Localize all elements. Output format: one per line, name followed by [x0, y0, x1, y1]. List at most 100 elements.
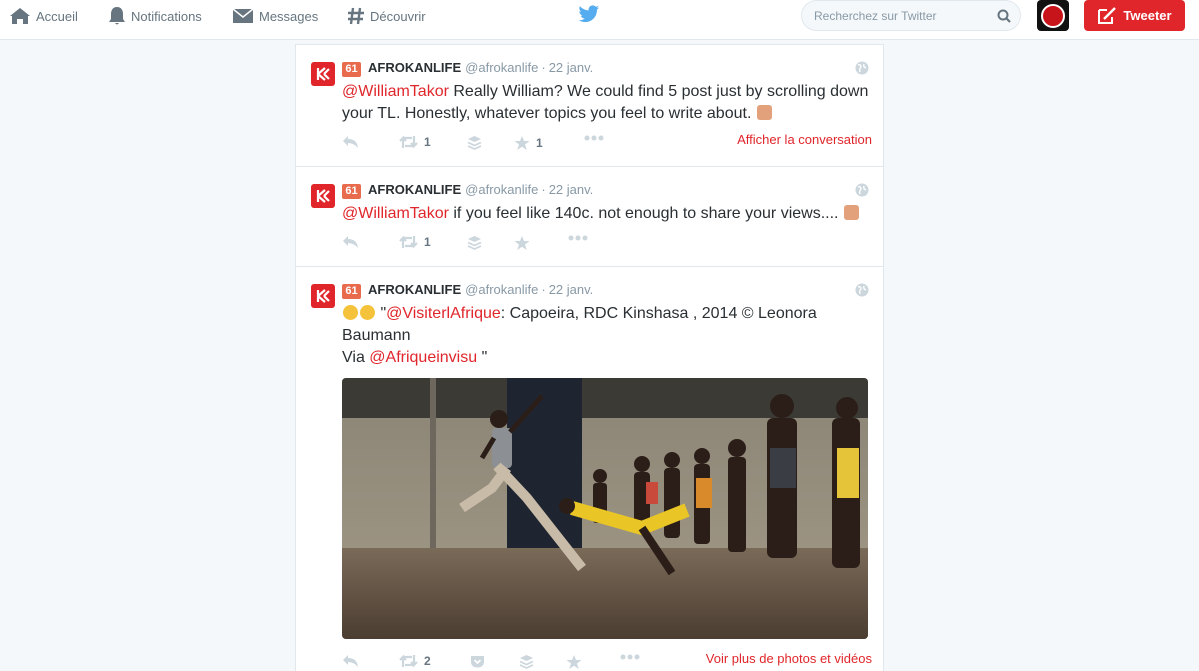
view-more-photos-link[interactable]: Voir plus de photos et vidéos — [706, 651, 872, 666]
twitter-bird-icon[interactable] — [578, 5, 600, 24]
search-icon[interactable] — [997, 9, 1011, 23]
nav-notifications[interactable]: Notifications — [108, 0, 202, 32]
timeline-stream: 61 AFROKANLIFE @afrokanlife · 22 janv. @Wil… — [295, 44, 884, 671]
tweet-author-avatar[interactable] — [311, 184, 335, 208]
star-icon — [566, 655, 582, 669]
tweet-timestamp[interactable]: 22 janv. — [549, 282, 594, 297]
tweet-mention-link[interactable]: @Afriqueinvisu — [369, 349, 477, 366]
afrokanlife-logo-icon — [316, 67, 330, 81]
tweet-text: @WilliamTakor if you feel like 140c. not… — [342, 203, 872, 225]
tweet-item[interactable]: 61 AFROKANLIFE @afrokanlife · 22 janv. @Wil… — [296, 167, 883, 267]
tweet-photo[interactable] — [342, 378, 868, 639]
retweet-icon — [399, 135, 418, 149]
retweet-button[interactable]: 1 — [399, 135, 431, 149]
tweet-header: AFROKANLIFE @afrokanlife · 22 janv. — [368, 182, 593, 197]
retweet-icon — [399, 654, 418, 668]
buffer-button[interactable] — [519, 654, 534, 669]
compose-tweet-button[interactable]: Tweeter — [1084, 0, 1185, 31]
tweet-actions: 1 1 Afficher la conversation — [342, 132, 872, 151]
globe-icon — [855, 283, 869, 297]
nav-home-label: Accueil — [36, 8, 78, 24]
heart-eyes-emoji-icon — [360, 305, 375, 320]
reply-icon — [343, 236, 358, 248]
search-box[interactable] — [801, 0, 1021, 31]
tweet-username[interactable]: @afrokanlife — [465, 182, 538, 197]
tweet-mention-link[interactable]: @WilliamTakor — [342, 83, 449, 100]
tweet-item[interactable]: 61 AFROKANLIFE @afrokanlife · 22 janv. "@Vi… — [296, 267, 883, 671]
tweet-fullname[interactable]: AFROKANLIFE — [368, 60, 461, 75]
tweet-timestamp[interactable]: 22 janv. — [549, 182, 594, 197]
nav-messages[interactable]: Messages — [232, 0, 318, 32]
pocket-icon — [471, 656, 484, 668]
favorite-button[interactable] — [566, 654, 582, 670]
star-icon — [514, 136, 530, 150]
tweet-fullname[interactable]: AFROKANLIFE — [368, 282, 461, 297]
retweet-count: 1 — [424, 235, 431, 249]
tweet-fullname[interactable]: AFROKANLIFE — [368, 182, 461, 197]
klout-badge: 61 — [342, 184, 361, 199]
klout-badge: 61 — [342, 284, 361, 299]
buffer-stack-icon — [467, 236, 482, 250]
retweet-count: 2 — [424, 654, 431, 668]
nav-discover-label: Découvrir — [370, 8, 426, 24]
separator-dot: · — [541, 60, 546, 75]
pocket-button[interactable] — [470, 654, 485, 669]
tweet-actions: 1 — [342, 235, 872, 251]
reply-button[interactable] — [342, 235, 359, 249]
nav-home[interactable]: Accueil — [9, 0, 78, 32]
tweet-username[interactable]: @afrokanlife — [465, 60, 538, 75]
reply-button[interactable] — [342, 135, 359, 149]
tweet-quote-close: " — [477, 349, 488, 366]
favorite-button[interactable] — [514, 235, 530, 251]
more-button[interactable] — [568, 235, 588, 241]
buffer-button[interactable] — [467, 135, 482, 150]
separator-dot: · — [541, 282, 546, 297]
heart-eyes-emoji-icon — [343, 305, 358, 320]
envelope-icon — [232, 8, 254, 23]
tweet-author-avatar[interactable] — [311, 62, 335, 86]
buffer-stack-icon — [519, 655, 534, 669]
view-conversation-link[interactable]: Afficher la conversation — [737, 132, 872, 147]
favorite-button[interactable]: 1 — [514, 135, 543, 151]
tweet-item[interactable]: 61 AFROKANLIFE @afrokanlife · 22 janv. @Wil… — [296, 45, 883, 167]
buffer-button[interactable] — [467, 235, 482, 250]
retweet-button[interactable]: 1 — [399, 235, 431, 249]
star-icon — [514, 236, 530, 250]
reply-icon — [343, 136, 358, 148]
home-icon — [10, 8, 30, 24]
victory-hand-icon — [843, 205, 859, 220]
tweet-author-avatar[interactable] — [311, 284, 335, 308]
avatar-image — [1041, 3, 1065, 28]
compose-tweet-label: Tweeter — [1123, 8, 1172, 23]
bell-icon — [109, 7, 125, 25]
buffer-stack-icon — [467, 136, 482, 150]
tweet-username[interactable]: @afrokanlife — [465, 282, 538, 297]
tweet-text: "@VisiterlAfrique: Capoeira, RDC Kinshas… — [342, 303, 872, 369]
reply-button[interactable] — [342, 654, 359, 668]
more-dots-icon — [568, 235, 588, 241]
klout-badge: 61 — [342, 62, 361, 77]
more-button[interactable] — [584, 135, 604, 141]
tweet-mention-link[interactable]: @VisiterlAfrique — [386, 305, 501, 322]
nav-notifications-label: Notifications — [131, 8, 202, 24]
tweet-mention-link[interactable]: @WilliamTakor — [342, 205, 449, 222]
top-navigation-bar: Accueil Notifications Messages Découvrir… — [0, 0, 1199, 40]
more-button[interactable] — [620, 654, 640, 660]
retweet-button[interactable]: 2 — [399, 654, 431, 668]
separator-dot: · — [541, 182, 546, 197]
search-input[interactable] — [814, 9, 994, 23]
profile-avatar[interactable] — [1037, 0, 1069, 31]
hashtag-icon — [348, 7, 364, 25]
reply-icon — [343, 655, 358, 667]
favorite-count: 1 — [536, 136, 543, 150]
tweet-actions: 2 Voir plus de photos et vidéos — [342, 651, 872, 670]
nav-messages-label: Messages — [259, 8, 319, 24]
globe-icon — [855, 183, 869, 197]
tweet-timestamp[interactable]: 22 janv. — [549, 60, 594, 75]
tweet-quote-open: " — [376, 305, 387, 322]
more-dots-icon — [584, 135, 604, 141]
thumbs-up-icon — [756, 105, 772, 120]
retweet-count: 1 — [424, 135, 431, 149]
tweet-via-label: Via — [342, 349, 370, 366]
nav-discover[interactable]: Découvrir — [347, 0, 426, 32]
